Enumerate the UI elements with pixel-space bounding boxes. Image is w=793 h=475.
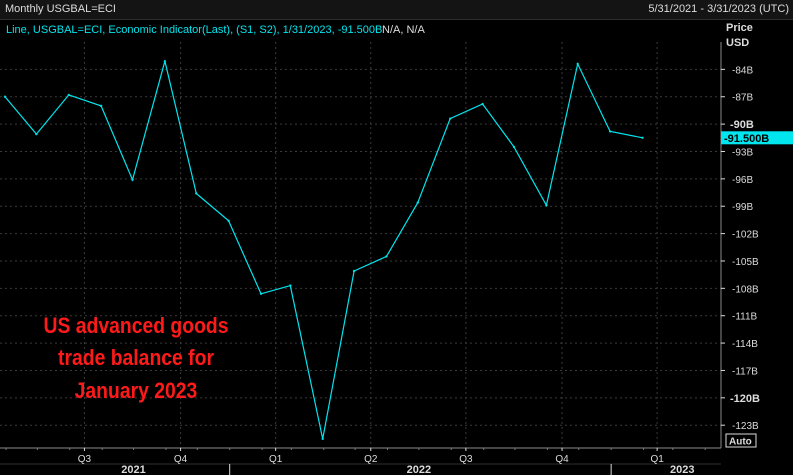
axis-title-price: Price — [726, 22, 753, 34]
data-point — [259, 292, 263, 296]
y-tick-label: -120B — [730, 393, 760, 405]
data-point — [576, 62, 579, 66]
data-point — [99, 104, 103, 108]
y-tick-label: -96B — [732, 175, 753, 186]
data-point — [289, 284, 292, 287]
annotation-line-1: US advanced goods — [43, 314, 228, 338]
annotation: US advanced goods trade balance for Janu… — [43, 314, 228, 403]
auto-scale-button[interactable]: Auto — [725, 433, 757, 448]
y-tick-label: -123B — [732, 421, 759, 432]
data-point — [321, 437, 324, 441]
x-year-label: 2021 — [121, 464, 145, 475]
x-year-label: 2023 — [670, 464, 694, 475]
x-axis-ticks: Q3 Q4 Q1 Q2 Q3 Q4 Q1 2021 2022 2023 — [5, 448, 706, 475]
y-tick-label: -114B — [732, 339, 758, 350]
legend-suffix: N/A, N/A — [382, 24, 425, 36]
data-point — [227, 219, 230, 223]
last-value-tag: -91.500B — [721, 131, 793, 145]
x-tick-label: Q2 — [364, 454, 378, 465]
data-point — [3, 95, 7, 98]
axis-title-currency: USD — [726, 37, 749, 49]
y-tick-label: -87B — [732, 93, 753, 104]
x-tick-label: Q3 — [78, 454, 92, 465]
data-point — [163, 59, 167, 63]
legend-prefix: Line, USGBAL=ECI, Economic Indicator(Las… — [6, 24, 382, 36]
data-point — [416, 201, 420, 204]
x-tick-label: Q1 — [650, 454, 664, 465]
y-tick-label: -93B — [732, 147, 753, 158]
x-tick-label: Q4 — [174, 454, 188, 465]
y-tick-label: -99B — [732, 202, 753, 213]
data-point — [545, 204, 548, 207]
x-tick-label: Q1 — [269, 454, 283, 465]
auto-scale-label: Auto — [729, 437, 752, 448]
x-tick-label: Q4 — [555, 454, 569, 465]
chart-header: Monthly USGBAL=ECI 5/31/2021 - 3/31/2023… — [0, 0, 793, 20]
x-year-label: 2022 — [407, 464, 431, 475]
data-point — [352, 269, 356, 273]
y-tick-label: -111B — [732, 312, 758, 323]
date-range: 5/31/2021 - 3/31/2023 (UTC) — [648, 3, 789, 15]
data-point — [195, 192, 198, 195]
x-tick-label: Q3 — [459, 454, 473, 465]
data-point — [608, 130, 612, 133]
data-point — [385, 255, 388, 258]
data-point — [481, 102, 484, 106]
data-point — [67, 93, 70, 97]
data-point — [641, 136, 644, 139]
y-tick-label: -105B — [732, 257, 759, 268]
y-tick-label: -117B — [732, 366, 758, 377]
y-tick-label: -84B — [732, 65, 753, 76]
data-point — [35, 132, 38, 136]
annotation-line-3: January 2023 — [75, 379, 198, 403]
y-tick-label: -102B — [732, 230, 759, 241]
last-value-tag-text: -91.500B — [724, 133, 769, 145]
chart-title: Monthly USGBAL=ECI — [5, 3, 116, 15]
y-tick-label: -90B — [730, 119, 754, 131]
annotation-line-2: trade balance for — [58, 346, 214, 370]
data-point — [131, 178, 134, 181]
data-point — [449, 117, 452, 120]
data-point — [512, 145, 516, 149]
y-axis-ticks: -84B -87B -90B -93B -96B -99B -102B -105B -108B -… — [721, 65, 760, 432]
line-chart[interactable]: -84B -87B -90B -93B -96B -99B -102B -105B -108B -… — [0, 20, 793, 475]
y-tick-label: -108B — [732, 284, 759, 295]
